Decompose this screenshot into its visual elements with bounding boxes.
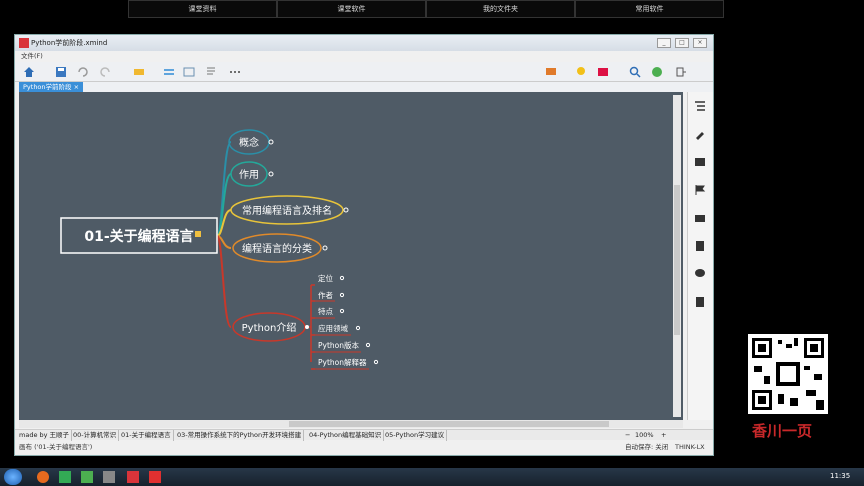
sheet-tab-1[interactable]: 00-计算机常识 [71, 430, 120, 441]
nav-item-course-materials[interactable]: 课堂资料 [128, 0, 277, 18]
close-button[interactable]: × [693, 38, 707, 48]
format-brush-icon[interactable] [694, 128, 706, 140]
branch-category-label: 编程语言的分类 [242, 242, 312, 255]
undo-icon[interactable] [77, 66, 89, 78]
root-note-icon [195, 231, 201, 237]
comment-icon[interactable] [694, 268, 706, 280]
branch-python-label: Python介绍 [242, 321, 297, 334]
task-icon[interactable] [694, 296, 706, 308]
boundary-icon[interactable] [183, 66, 195, 78]
clipart-icon[interactable] [694, 212, 706, 224]
relationship-icon[interactable] [163, 66, 175, 78]
presentation-icon[interactable] [545, 66, 557, 78]
zoom-out-button[interactable]: − [625, 430, 630, 441]
notes-icon[interactable] [694, 240, 706, 252]
nav-item-my-folder[interactable]: 我的文件夹 [426, 0, 575, 18]
search-icon[interactable] [629, 66, 641, 78]
taskbar-c2-icon[interactable] [146, 470, 164, 484]
tab-close-icon[interactable]: × [74, 83, 79, 91]
vertical-scroll-thumb[interactable] [674, 185, 680, 335]
document-tab-bar: Python学前阶段 × [15, 82, 713, 92]
start-button[interactable] [4, 469, 22, 485]
sheet-tab-2[interactable]: 01-关于编程语言 [119, 430, 174, 441]
taskbar-xmind-icon[interactable] [124, 470, 142, 484]
collapse-dot-category [322, 245, 328, 251]
nav-item-common-software[interactable]: 常用软件 [575, 0, 724, 18]
connector-python [216, 235, 232, 328]
outline-icon[interactable] [694, 100, 706, 112]
taskbar-app-icon[interactable] [56, 470, 74, 484]
collapse-dot-python [305, 325, 309, 329]
xmind-app-icon [19, 38, 29, 48]
status-canvas-text: 画布 ('01-关于编程语言') [19, 443, 93, 451]
horizontal-scrollbar[interactable] [19, 420, 683, 428]
sub-topic-interpreter: Python解释器 [318, 357, 367, 367]
qr-code-image [748, 334, 828, 414]
sheet-tab-0[interactable]: made by 王顺子 [17, 430, 73, 441]
clock: 11:35 [830, 472, 851, 480]
branch-ranking-label: 常用编程语言及排名 [242, 204, 332, 217]
sheet-tab-5[interactable]: 05-Python学习建议 [383, 430, 448, 441]
menu-file[interactable]: 文件(F) [21, 52, 43, 60]
status-bar: 画布 ('01-关于编程语言') 自动保存: 关闭 THINK-LX [15, 441, 713, 453]
sub-topic-features: 特点 [318, 306, 333, 316]
topic-icon[interactable] [133, 66, 145, 78]
title-bar[interactable]: Python学前阶段.xmind _ □ × [15, 35, 713, 51]
flag-icon[interactable] [694, 184, 706, 196]
taskbar-c-icon[interactable] [78, 470, 96, 484]
idea-bulb-icon[interactable] [575, 66, 587, 78]
sheet-tab-4[interactable]: 04-Python编程基础知识 [307, 430, 385, 441]
home-icon[interactable] [23, 66, 35, 78]
summary-icon[interactable] [205, 66, 217, 78]
vertical-scrollbar[interactable] [673, 95, 681, 417]
windows-taskbar: 11:35 [0, 468, 864, 486]
connector-python-subs [307, 285, 312, 362]
top-nav: 课堂资料 课堂软件 我的文件夹 常用软件 [128, 0, 724, 18]
mindmap-canvas[interactable]: 01-关于编程语言 概念 作用 常用编程语言及排名 编程语言的分类 Python… [19, 92, 683, 420]
export-icon[interactable] [675, 66, 687, 78]
mindmap-svg: 01-关于编程语言 概念 作用 常用编程语言及排名 编程语言的分类 Python… [60, 129, 379, 370]
branch-role-label: 作用 [239, 169, 259, 181]
sub-topic-positioning: 定位 [318, 273, 333, 283]
sub-topic-author: 作者 [318, 290, 333, 300]
zoom-in-button[interactable]: + [661, 430, 666, 441]
window-title: Python学前阶段.xmind [31, 39, 108, 47]
share-icon[interactable] [651, 66, 663, 78]
taskbar-firefox-icon[interactable] [34, 470, 52, 484]
more-icon[interactable] [229, 66, 241, 78]
sub-topic-application: 应用领域 [318, 323, 348, 333]
document-tab[interactable]: Python学前阶段 × [19, 82, 84, 92]
sheet-tab-bar: made by 王顺子 00-计算机常识 01-关于编程语言 03-常用操作系统… [15, 429, 713, 441]
save-icon[interactable] [55, 66, 67, 78]
sheet-tab-3[interactable]: 03-常用操作系统下的Python开发环境搭建 [175, 430, 305, 441]
minimize-button[interactable]: _ [657, 38, 671, 48]
horizontal-scroll-thumb[interactable] [289, 421, 609, 427]
toolbar [15, 62, 713, 82]
autosave-status[interactable]: 自动保存: 关闭 [625, 441, 668, 453]
taskbar-tool-icon[interactable] [100, 470, 118, 484]
zoom-value[interactable]: 100% [635, 430, 654, 441]
collapse-dot-role [268, 171, 274, 177]
sub-topic-version: Python版本 [318, 340, 359, 350]
gantt-icon[interactable] [597, 66, 609, 78]
nav-item-course-software[interactable]: 课堂软件 [277, 0, 426, 18]
collapse-dot-ranking [343, 207, 349, 213]
brand-logo-text: 香川一页 [752, 422, 813, 440]
username: THINK-LX [675, 443, 705, 451]
menu-bar: 文件(F) [15, 51, 713, 61]
xmind-window: Python学前阶段.xmind _ □ × 文件(F) Python学前阶段 … [14, 34, 714, 456]
root-topic-label: 01-关于编程语言 [84, 228, 193, 245]
redo-icon[interactable] [99, 66, 111, 78]
branch-concept-label: 概念 [239, 136, 259, 149]
maximize-button[interactable]: □ [675, 38, 689, 48]
right-panel [687, 92, 713, 420]
image-icon[interactable] [694, 156, 706, 168]
